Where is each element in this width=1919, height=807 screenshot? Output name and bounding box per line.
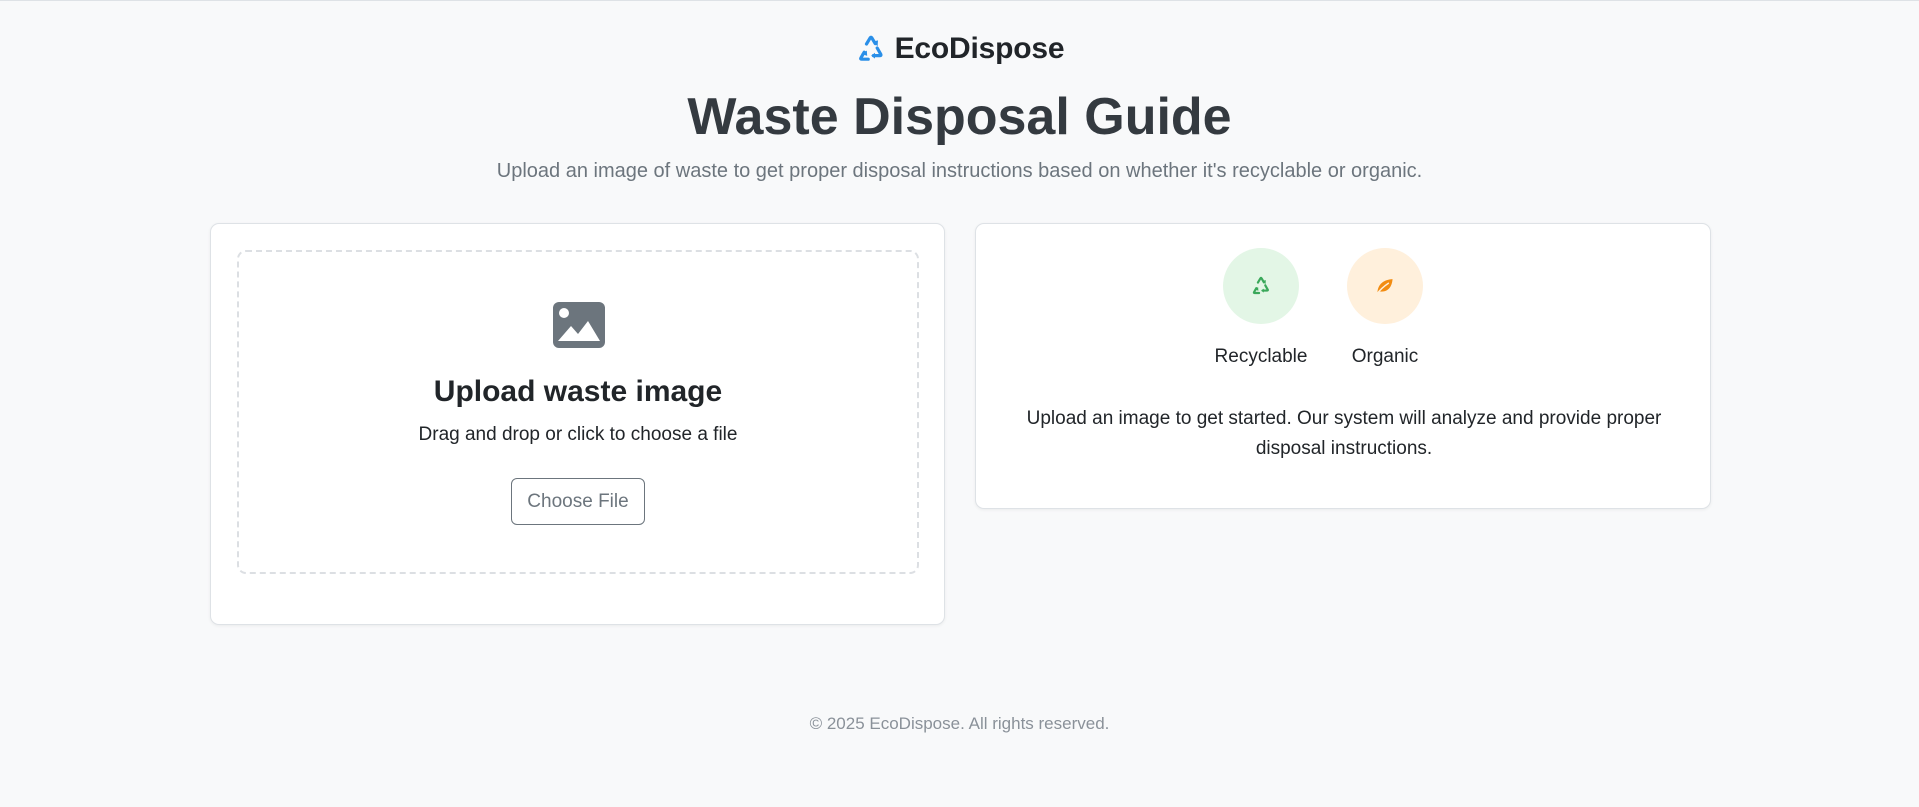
category-recyclable: Recyclable <box>1201 248 1321 369</box>
recycle-icon <box>858 35 883 61</box>
page-title: Waste Disposal Guide <box>687 88 1232 146</box>
brand-name: EcoDispose <box>894 32 1065 65</box>
top-border <box>0 0 1919 1</box>
upload-card: Upload waste image Drag and drop or clic… <box>210 223 945 625</box>
info-card: Recyclable Organic Upload an image to ge… <box>975 223 1711 509</box>
footer-copyright: © 2025 EcoDispose. All rights reserved. <box>809 714 1110 733</box>
brand-logo: EcoDispose <box>0 32 1919 66</box>
image-icon <box>553 302 605 348</box>
recyclable-badge <box>1223 248 1299 324</box>
category-label-organic: Organic <box>1351 346 1419 367</box>
upload-hint: Drag and drop or click to choose a file <box>418 424 738 445</box>
choose-file-button[interactable]: Choose File <box>511 478 645 525</box>
recycle-icon <box>1252 276 1269 295</box>
category-organic: Organic <box>1325 248 1445 369</box>
info-text: Upload an image to get started. Our syst… <box>1026 408 1662 459</box>
upload-title: Upload waste image <box>433 375 723 408</box>
page-subtitle: Upload an image of waste to get proper d… <box>496 160 1423 182</box>
organic-badge <box>1347 248 1423 324</box>
dropzone[interactable]: Upload waste image Drag and drop or clic… <box>237 250 919 574</box>
category-label-recyclable: Recyclable <box>1214 346 1308 367</box>
leaf-icon <box>1376 279 1393 295</box>
